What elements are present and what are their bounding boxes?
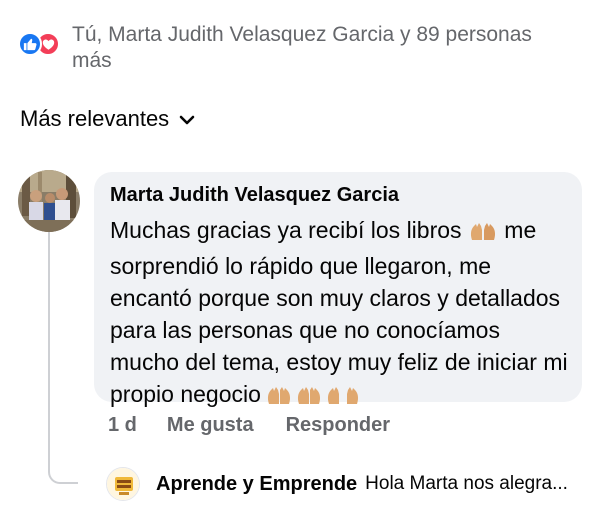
- raising-hands-icon: [468, 218, 498, 250]
- reply-text: Hola Marta nos alegra...: [365, 473, 568, 494]
- reaction-icons: [18, 32, 68, 58]
- reactions-text[interactable]: Tú, Marta Judith Velasquez Garcia y 89 p…: [72, 22, 572, 74]
- reply-preview[interactable]: Aprende y Emprende Hola Marta nos alegra…: [106, 467, 568, 501]
- thread-line: [48, 232, 78, 484]
- sort-label: Más relevantes: [20, 106, 170, 131]
- chevron-down-icon: [179, 106, 195, 132]
- reply-author[interactable]: Aprende y Emprende: [156, 473, 357, 496]
- comment-text-part-2: me sorprendió lo rápido que llegaron, me…: [110, 217, 568, 407]
- raising-hands-icon: [267, 382, 359, 414]
- comment-section: Tú, Marta Judith Velasquez Garcia y 89 p…: [0, 0, 600, 517]
- comment-author[interactable]: Marta Judith Velasquez Garcia: [110, 182, 568, 208]
- reactions-summary[interactable]: Tú, Marta Judith Velasquez Garcia y 89 p…: [18, 22, 572, 74]
- comment-timestamp[interactable]: 1 d: [108, 414, 137, 437]
- sort-dropdown[interactable]: Más relevantes: [20, 106, 195, 132]
- comment-actions: 1 d Me gusta Responder: [108, 414, 390, 437]
- comment-text-part-1: Muchas gracias ya recibí los libros: [110, 217, 468, 243]
- comment-bubble: Marta Judith Velasquez Garcia Muchas gra…: [94, 172, 582, 407]
- avatar[interactable]: [18, 170, 80, 232]
- comment-text: Muchas gracias ya recibí los libros me s…: [110, 214, 568, 414]
- like-button[interactable]: Me gusta: [167, 414, 254, 437]
- reply-button[interactable]: Responder: [286, 414, 390, 437]
- reply-avatar[interactable]: [106, 467, 140, 501]
- like-icon: [18, 32, 42, 56]
